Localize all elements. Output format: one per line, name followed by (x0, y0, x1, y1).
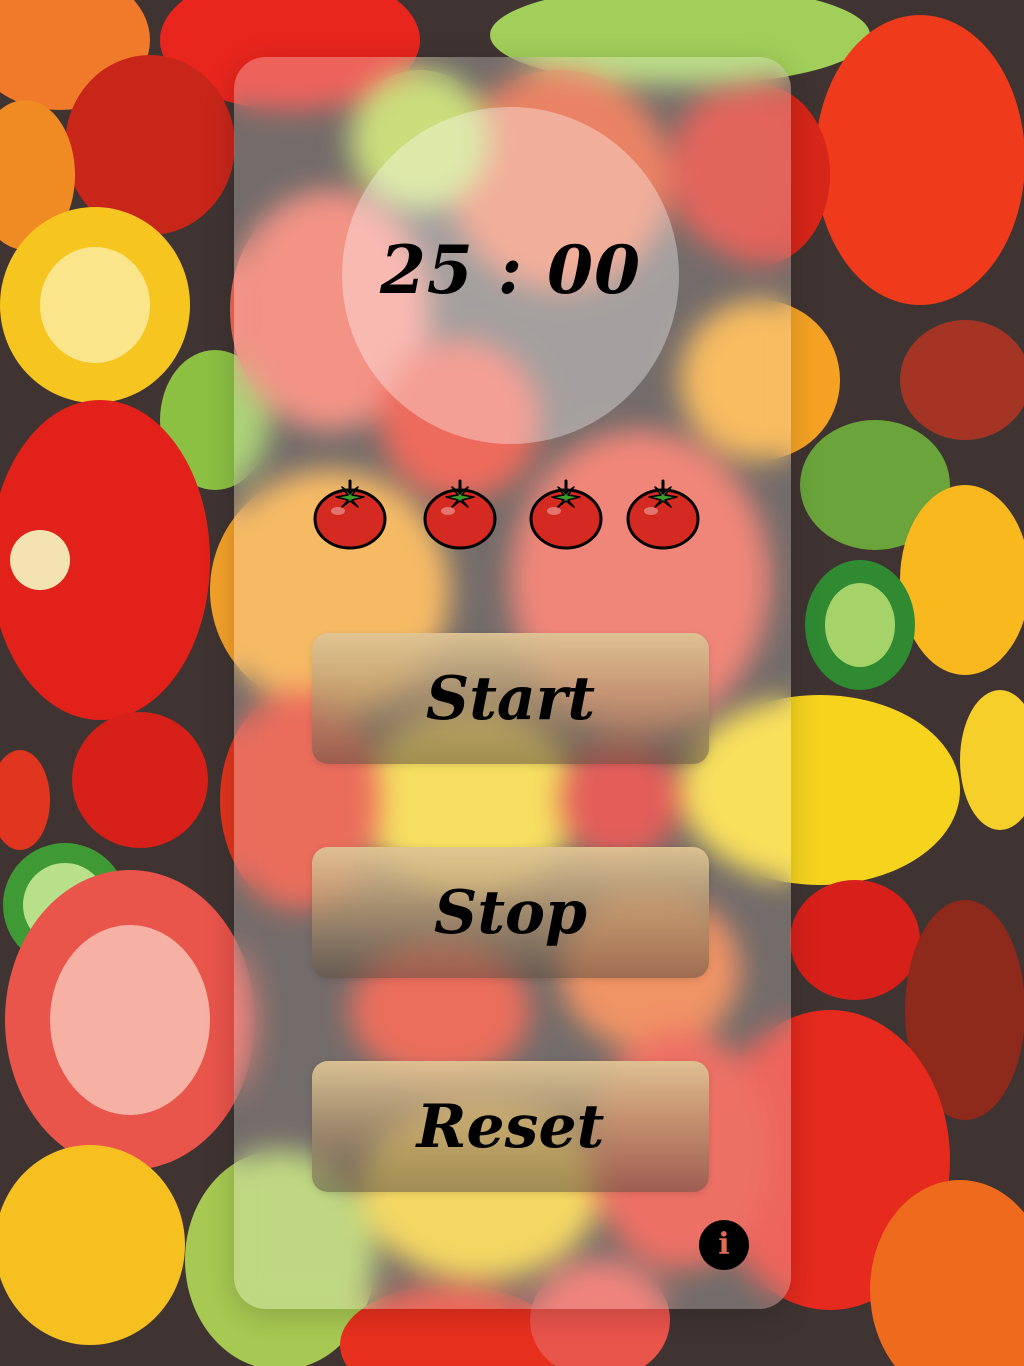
stop-button[interactable]: Stop (312, 847, 709, 978)
info-icon[interactable]: i (699, 1220, 749, 1270)
start-button-label: Start (425, 663, 596, 734)
timer-panel: 25 : 00 Start Stop Reset i (234, 57, 791, 1309)
stop-button-label: Stop (433, 877, 588, 948)
info-glyph: i (718, 1227, 730, 1262)
tomato-icon (422, 475, 498, 551)
reset-button[interactable]: Reset (312, 1061, 709, 1192)
timer-display: 25 : 00 (379, 230, 641, 309)
start-button[interactable]: Start (312, 633, 709, 764)
tomato-icon (312, 475, 388, 551)
tomato-icon (528, 475, 604, 551)
tomato-icon (625, 475, 701, 551)
timer-circle: 25 : 00 (342, 107, 679, 444)
pomodoro-counter (312, 475, 712, 555)
reset-button-label: Reset (416, 1091, 605, 1162)
